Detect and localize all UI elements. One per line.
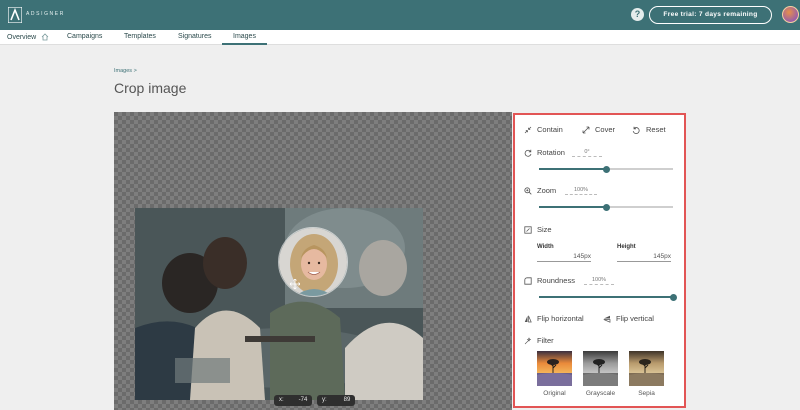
- nav-item-overview[interactable]: Overview: [7, 33, 49, 41]
- adsigner-logo-icon[interactable]: [8, 7, 22, 23]
- crop-settings-panel: Contain Cover Reset Rotation 0° Zoom 100…: [513, 113, 686, 408]
- rotation-value[interactable]: 0°: [572, 149, 602, 157]
- rotation-slider-thumb[interactable]: [602, 165, 610, 173]
- zoom-slider[interactable]: [539, 203, 673, 211]
- roundness-label: Roundness: [537, 276, 575, 285]
- cover-icon: [582, 126, 590, 134]
- filter-grayscale-thumb[interactable]: [583, 351, 618, 386]
- flip-horizontal-icon: [524, 315, 532, 323]
- nav-item-templates[interactable]: Templates: [124, 33, 156, 40]
- y-label: y:: [322, 397, 327, 403]
- crop-selection-circle[interactable]: [278, 227, 348, 297]
- height-label: Height: [617, 244, 636, 250]
- help-icon[interactable]: ?: [631, 8, 644, 21]
- y-value: 89: [343, 397, 351, 403]
- crop-canvas[interactable]: x: -74 y: 89: [114, 112, 512, 410]
- landscape-sepia-thumbnail: [629, 351, 664, 386]
- zoom-value[interactable]: 100%: [565, 187, 597, 195]
- rotation-label: Rotation: [537, 148, 565, 157]
- zoom-label: Zoom: [537, 186, 557, 195]
- x-value: -74: [298, 397, 308, 403]
- filter-original-label[interactable]: Original: [537, 390, 572, 397]
- move-cursor-icon: [290, 279, 300, 289]
- x-label: x:: [279, 397, 284, 403]
- filter-original-thumb[interactable]: [537, 351, 572, 386]
- flip-vertical-icon: [603, 315, 611, 323]
- roundness-slider-fill: [539, 296, 673, 298]
- width-label: Width: [537, 244, 554, 250]
- size-label: Size: [537, 225, 552, 234]
- page-title: Crop image: [114, 80, 187, 96]
- flip-horizontal-button[interactable]: Flip horizontal: [537, 314, 584, 323]
- reset-button[interactable]: Reset: [646, 125, 666, 134]
- main-nav: Overview Campaigns Templates Signatures …: [0, 30, 800, 45]
- roundness-slider[interactable]: [539, 293, 677, 301]
- landscape-grayscale-thumbnail: [583, 351, 618, 386]
- roundness-value[interactable]: 100%: [584, 277, 614, 285]
- y-coordinate-display: y: 89: [317, 395, 356, 406]
- meeting-photo-illustration: [135, 208, 423, 400]
- brand-name: ADSIGNER: [26, 11, 65, 17]
- width-input[interactable]: 145px: [537, 253, 591, 262]
- filter-sepia-thumb[interactable]: [629, 351, 664, 386]
- rotation-slider[interactable]: [539, 165, 673, 173]
- roundness-slider-thumb[interactable]: [669, 293, 677, 301]
- nav-item-campaigns[interactable]: Campaigns: [67, 33, 102, 40]
- zoom-icon: [524, 187, 532, 195]
- landscape-original-thumbnail: [537, 351, 572, 386]
- nav-item-signatures[interactable]: Signatures: [178, 33, 211, 40]
- breadcrumb[interactable]: Images >: [114, 68, 137, 74]
- cover-button[interactable]: Cover: [595, 125, 615, 134]
- filter-grayscale-label[interactable]: Grayscale: [583, 390, 618, 397]
- filter-icon: [524, 337, 532, 345]
- flip-vertical-button[interactable]: Flip vertical: [616, 314, 654, 323]
- zoom-slider-thumb[interactable]: [602, 203, 610, 211]
- free-trial-button[interactable]: Free trial: 7 days remaining: [649, 6, 772, 24]
- top-bar: ADSIGNER ? Free trial: 7 days remaining: [0, 0, 800, 30]
- filter-label: Filter: [537, 336, 554, 345]
- x-coordinate-display: x: -74: [274, 395, 313, 406]
- nav-active-indicator: [222, 43, 267, 45]
- filter-sepia-label[interactable]: Sepia: [629, 390, 664, 397]
- reset-icon: [632, 126, 640, 134]
- contain-icon: [524, 126, 532, 134]
- roundness-icon: [524, 277, 532, 285]
- nav-overview-label: Overview: [7, 33, 37, 41]
- home-icon: [41, 33, 49, 41]
- height-input[interactable]: 145px: [617, 253, 671, 262]
- zoom-slider-fill: [539, 206, 606, 208]
- nav-item-images[interactable]: Images: [233, 33, 256, 40]
- size-icon: [524, 226, 532, 234]
- rotation-icon: [524, 149, 532, 157]
- source-photo: [135, 208, 423, 400]
- contain-button[interactable]: Contain: [537, 125, 563, 134]
- user-avatar[interactable]: [782, 6, 799, 23]
- rotation-slider-fill: [539, 168, 606, 170]
